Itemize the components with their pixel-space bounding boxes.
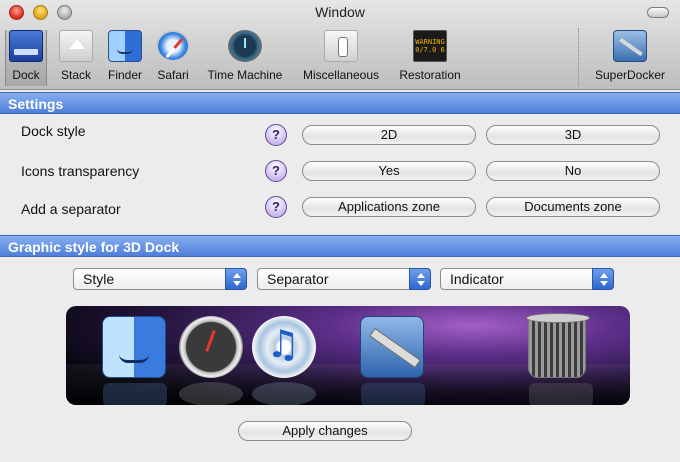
separator-documents-zone-button[interactable]: Documents zone [486,197,660,217]
toolbar-item-safari[interactable]: Safari [153,30,193,86]
toolbar-item-label: Finder [107,68,142,82]
switch-icon [324,30,358,62]
indicator-select[interactable]: Indicator [440,268,614,290]
toolbar-item-label: Dock [12,68,40,82]
graphic-style-section-header: Graphic style for 3D Dock [0,235,680,257]
style-select[interactable]: Style [73,268,247,290]
separator-select-value: Separator [267,271,329,287]
toolbar-item-time-machine[interactable]: Time Machine [201,30,289,86]
dock-icon [9,30,43,62]
toolbar-item-label: SuperDocker [594,68,666,82]
select-arrows-icon [225,268,247,290]
toolbar-toggle-button[interactable] [647,7,669,18]
add-separator-help-button[interactable]: ? [265,196,287,218]
toolbar-separator [578,28,579,86]
dock-style-3d-button[interactable]: 3D [486,125,660,145]
toolbar-item-superdocker[interactable]: SuperDocker [590,30,670,86]
transparency-yes-button[interactable]: Yes [302,161,476,181]
superdocker-icon [613,30,647,62]
toolbar-item-label: Restoration [399,68,461,82]
finder-dock-icon [102,316,167,405]
safari-icon [156,30,190,62]
title-bar: Window Dock Stack Finder Safari Time Mac… [0,0,680,90]
separator-applications-zone-button[interactable]: Applications zone [302,197,476,217]
toolbar-item-label: Time Machine [207,68,283,82]
add-separator-label: Add a separator [21,201,121,217]
apply-changes-button[interactable]: Apply changes [238,421,412,441]
dock-style-help-button[interactable]: ? [265,124,287,146]
select-arrows-icon [592,268,614,290]
toolbar-item-label: Miscellaneous [302,68,380,82]
dock-style-label: Dock style [21,123,86,139]
toolbar-item-stack[interactable]: Stack [56,30,96,86]
finder-icon [108,30,142,62]
toolbar-item-restoration[interactable]: WARNING 0/7.0 6 Restoration [393,30,467,86]
superdocker-dock-icon [360,316,425,405]
time-machine-icon [228,30,262,62]
toolbar-item-label: Safari [157,68,189,82]
dock-style-2d-button[interactable]: 2D [302,125,476,145]
icons-transparency-help-button[interactable]: ? [265,160,287,182]
stack-icon [59,30,93,62]
toolbar-item-finder[interactable]: Finder [103,30,147,86]
itunes-dock-icon [252,316,316,405]
settings-section-header: Settings [0,92,680,114]
indicator-select-value: Indicator [450,271,504,287]
toolbar-item-miscellaneous[interactable]: Miscellaneous [297,30,385,86]
separator-select[interactable]: Separator [257,268,431,290]
preferences-window: Window Dock Stack Finder Safari Time Mac… [0,0,680,462]
toolbar-item-label: Stack [60,68,91,82]
dashboard-dock-icon [179,316,243,405]
transparency-no-button[interactable]: No [486,161,660,181]
toolbar-item-dock[interactable]: Dock [5,30,47,86]
icons-transparency-label: Icons transparency [21,163,140,179]
warning-display-icon: WARNING 0/7.0 6 [413,30,447,62]
trash-dock-icon [526,313,593,405]
window-title: Window [315,4,365,20]
style-select-value: Style [83,271,115,287]
dock-preview [66,306,630,405]
select-arrows-icon [409,268,431,290]
